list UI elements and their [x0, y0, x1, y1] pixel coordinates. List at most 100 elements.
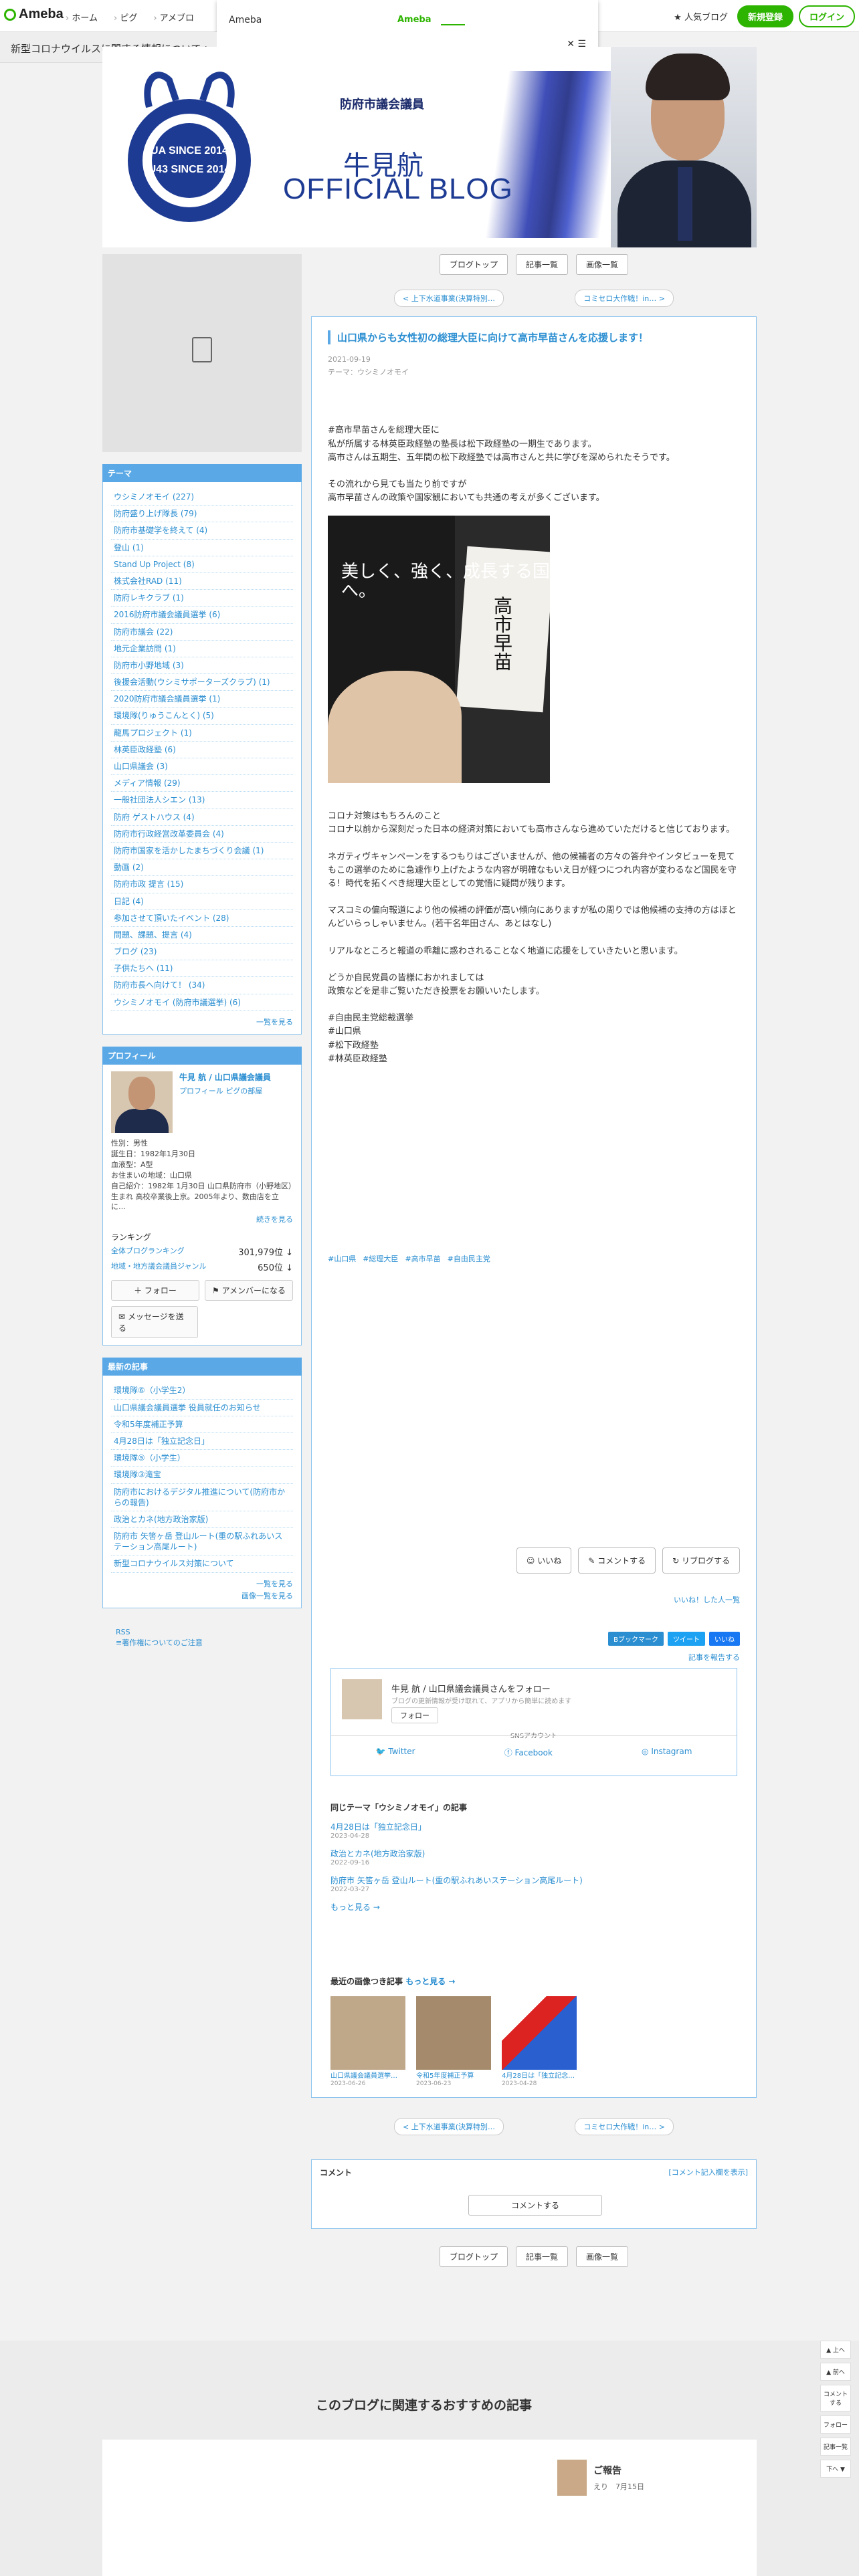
- recent-list-item[interactable]: 政治とカネ(地方政治家版): [111, 1511, 293, 1529]
- nav-ameblo[interactable]: アメブロ: [153, 11, 194, 23]
- theme-list-item[interactable]: 日記 (4): [111, 893, 293, 910]
- recent-images-link[interactable]: 画像一覧を見る: [111, 1589, 293, 1601]
- follow-button[interactable]: ＋ フォロー: [111, 1280, 199, 1301]
- theme-list-item[interactable]: 防府市行政経営改革委員会 (4): [111, 826, 293, 843]
- comment-form-toggle[interactable]: [コメント記入欄を表示]: [668, 2167, 748, 2177]
- thumb-item[interactable]: 山口県議会議員選挙… 2023-06-26: [330, 1996, 405, 2087]
- theme-list-item[interactable]: 2016防府市議会議員選挙 (6): [111, 607, 293, 624]
- comment-submit-button[interactable]: コメントする: [468, 2195, 602, 2216]
- recent-list-item[interactable]: 山口県議会議員選挙 役員就任のお知らせ: [111, 1400, 293, 1416]
- same-theme-more[interactable]: もっと見る →: [330, 1901, 737, 1913]
- login-button[interactable]: ログイン: [798, 5, 855, 27]
- likers-link[interactable]: いいね！した人一覧: [674, 1594, 740, 1605]
- theme-list-item[interactable]: Stand Up Project (8): [111, 556, 293, 573]
- facebook-like-button[interactable]: いいね: [709, 1632, 740, 1646]
- profile-links[interactable]: プロフィール ピグの部屋: [179, 1085, 271, 1096]
- theme-list-item[interactable]: 子供たちへ (11): [111, 960, 293, 978]
- rail-list-button[interactable]: 記事一覧: [820, 2438, 851, 2456]
- tab-blog-top[interactable]: ブログトップ: [439, 254, 508, 275]
- prev-entry-link[interactable]: < 上下水道事業(決算特別…: [394, 2118, 504, 2135]
- follow-avatar[interactable]: [342, 1679, 382, 1719]
- theme-list-item[interactable]: 防府盛り上げ隊長 (79): [111, 506, 293, 523]
- popup-user-link[interactable]: Ameba: [397, 15, 432, 25]
- amember-button[interactable]: ⚑ アメンバーになる: [205, 1280, 293, 1301]
- thumb-item[interactable]: 4月28日は「独立記念… 2023-04-28: [502, 1996, 577, 2087]
- recent-images-more[interactable]: もっと見る →: [405, 1977, 455, 1986]
- hashtag-link[interactable]: #高市早苗: [405, 1253, 440, 1264]
- article-image[interactable]: 美しく、強く、成長する国へ。 高市早苗: [328, 516, 550, 784]
- follow-card-button[interactable]: フォロー: [391, 1707, 438, 1723]
- theme-more-link[interactable]: 一覧を見る: [111, 1011, 293, 1027]
- theme-list-item[interactable]: 龍馬プロジェクト (1): [111, 725, 293, 742]
- report-link[interactable]: 記事を報告する: [688, 1652, 740, 1662]
- hashtag-link[interactable]: #山口県: [328, 1253, 356, 1264]
- ranking-row-overall[interactable]: 全体ブログランキング 301,979位 ↓: [111, 1245, 293, 1258]
- theme-list-item[interactable]: 後援会活動(ウシミサポーターズクラブ) (1): [111, 674, 293, 691]
- hashtag-link[interactable]: #総理大臣: [363, 1253, 398, 1264]
- comment-button[interactable]: ✎ コメントする: [578, 1547, 656, 1574]
- ranking-genre-label[interactable]: 地域・地方議会議員ジャンル: [111, 1261, 206, 1273]
- recent-list-item[interactable]: 環境隊③滝宝: [111, 1467, 293, 1484]
- theme-list-item[interactable]: 防府レキクラブ (1): [111, 590, 293, 607]
- popular-blog-link[interactable]: ★ 人気ブログ: [670, 6, 732, 27]
- profile-name[interactable]: 牛見 航 / 山口県議会議員: [179, 1071, 271, 1083]
- theme-list-item[interactable]: 防府市国家を活かしたまちづくり会議 (1): [111, 843, 293, 860]
- hashtag-link[interactable]: #自由民主党: [448, 1253, 490, 1264]
- theme-list-item[interactable]: 環境隊(りゅうこんとく) (5): [111, 708, 293, 725]
- theme-list-item[interactable]: 一般社団法人シエン (13): [111, 792, 293, 809]
- recent-list-item[interactable]: 防府市におけるデジタル推進について(防府市からの報告): [111, 1484, 293, 1511]
- recommend-item[interactable]: ご報告 えり 7月15日: [557, 2460, 644, 2496]
- ranking-overall-label[interactable]: 全体ブログランキング: [111, 1245, 185, 1258]
- message-button[interactable]: ✉ メッセージを送る: [111, 1306, 198, 1339]
- nav-home[interactable]: ホーム: [66, 11, 98, 23]
- same-theme-item[interactable]: 政治とカネ(地方政治家版): [330, 1848, 737, 1859]
- facebook-link[interactable]: ⓕ Facebook: [504, 1747, 553, 1758]
- theme-list-item[interactable]: 登山 (1): [111, 540, 293, 556]
- theme-list-item[interactable]: ウシミノオモイ (227): [111, 489, 293, 506]
- sidebar-ad[interactable]: [102, 254, 302, 452]
- same-theme-item[interactable]: 防府市 矢筈ヶ岳 登山ルート(重の駅ふれあいステーション高尾ルート): [330, 1874, 737, 1886]
- article-title[interactable]: 山口県からも女性初の総理大臣に向けて高市早苗さんを応援します！: [328, 330, 740, 344]
- rss-link[interactable]: RSS: [116, 1627, 302, 1638]
- theme-list-item[interactable]: 山口県議会 (3): [111, 758, 293, 776]
- rail-up-button[interactable]: ▲ 上へ: [820, 2341, 851, 2359]
- theme-list-item[interactable]: 防府 ゲストハウス (4): [111, 809, 293, 826]
- theme-list-item[interactable]: 林英臣政経塾 (6): [111, 742, 293, 758]
- signup-button[interactable]: 新規登録: [737, 5, 793, 27]
- article-theme[interactable]: テーマ：ウシミノオモイ: [328, 366, 740, 379]
- tab-blog-top[interactable]: ブログトップ: [439, 2246, 508, 2267]
- like-button[interactable]: ☺ いいね: [516, 1547, 572, 1574]
- theme-list-item[interactable]: 株式会社RAD (11): [111, 573, 293, 591]
- theme-list-item[interactable]: 防府市政 提言 (15): [111, 876, 293, 893]
- next-entry-link[interactable]: コミセロ大作戦！in… >: [575, 2118, 674, 2135]
- rail-down-button[interactable]: 下へ ▼: [820, 2460, 851, 2478]
- tab-entry-list[interactable]: 記事一覧: [515, 254, 568, 275]
- theme-list-item[interactable]: 防府市小野地域 (3): [111, 657, 293, 675]
- rail-comment-button[interactable]: コメントする: [820, 2385, 851, 2411]
- tweet-button[interactable]: ツイート: [668, 1632, 705, 1646]
- same-theme-item[interactable]: 4月28日は「独立記念日」: [330, 1821, 737, 1832]
- nav-pigg[interactable]: ピグ: [114, 11, 137, 23]
- tab-image-list[interactable]: 画像一覧: [576, 254, 629, 275]
- recent-list-item[interactable]: 4月28日は「独立記念日」: [111, 1433, 293, 1451]
- rail-follow-button[interactable]: フォロー: [820, 2416, 851, 2434]
- instagram-link[interactable]: ◎ Instagram: [642, 1747, 692, 1758]
- ameba-logo[interactable]: Ameba: [4, 7, 64, 22]
- recent-list-item[interactable]: 環境隊⑥（小学生2）: [111, 1382, 293, 1400]
- theme-list-item[interactable]: 動画 (2): [111, 859, 293, 877]
- theme-list-item[interactable]: 問題、課題、提言 (4): [111, 927, 293, 944]
- tab-entry-list[interactable]: 記事一覧: [515, 2246, 568, 2267]
- ranking-row-genre[interactable]: 地域・地方議会議員ジャンル 650位 ↓: [111, 1261, 293, 1273]
- profile-more-link[interactable]: 続きを見る: [111, 1212, 293, 1224]
- reblog-button[interactable]: ↻ リブログする: [662, 1547, 740, 1574]
- recent-more-link[interactable]: 一覧を見る: [111, 1573, 293, 1589]
- hatena-bookmark-button[interactable]: Bブックマーク: [608, 1632, 664, 1646]
- recent-list-item[interactable]: 新型コロナウイルス対策について: [111, 1555, 293, 1573]
- copyright-note[interactable]: ≡著作権についてのご注意: [116, 1638, 302, 1649]
- theme-list-item[interactable]: 防府市基礎学を終えて (4): [111, 522, 293, 540]
- rail-prev-button[interactable]: ▲ 前へ: [820, 2363, 851, 2381]
- tab-image-list[interactable]: 画像一覧: [576, 2246, 629, 2267]
- theme-list-item[interactable]: メディア情報 (29): [111, 775, 293, 792]
- prev-entry-link[interactable]: < 上下水道事業(決算特別…: [394, 290, 504, 307]
- avatar[interactable]: [111, 1071, 173, 1133]
